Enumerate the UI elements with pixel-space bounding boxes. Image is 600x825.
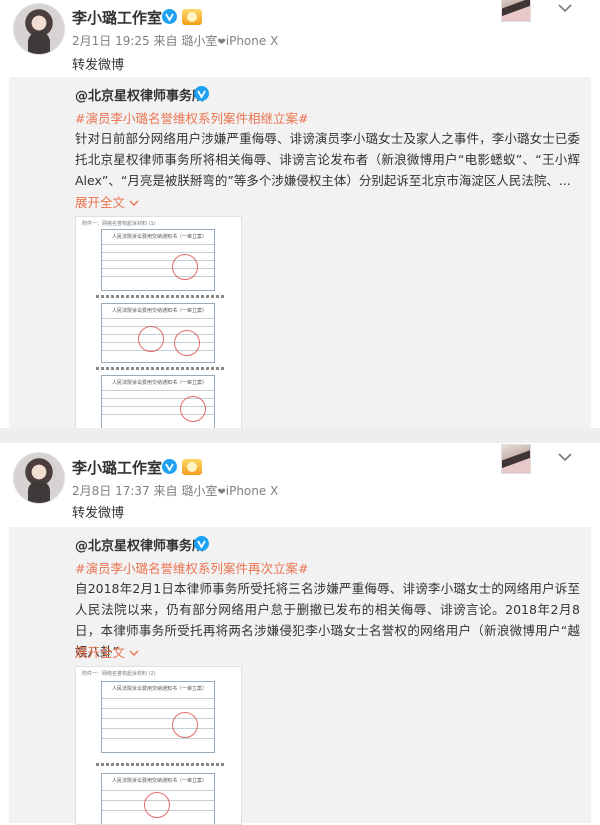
- attached-document-image[interactable]: 附件一：网络名誉权起诉材料 (2) 人民法院诉讼费用交纳通知书（一审立案） 人民…: [75, 666, 242, 825]
- original-body: 针对日前部分网络用户涉嫌严重侮辱、诽谤演员李小璐女士及家人之事件，李小璐女士已委…: [75, 131, 580, 188]
- viewer-avatar[interactable]: [501, 444, 531, 474]
- form-title: 人民法院诉讼费用交纳通知书（一审立案）: [112, 380, 208, 386]
- hashtag-link[interactable]: #演员李小璐名誉维权系列案件相继立案#: [75, 108, 308, 127]
- official-stamp: [174, 330, 200, 356]
- member-medal-icon[interactable]: [182, 459, 202, 475]
- official-stamp: [138, 326, 164, 352]
- heart-icon: ❤: [217, 37, 226, 48]
- official-stamp: [172, 712, 198, 738]
- repost-text: 转发微博: [72, 58, 125, 73]
- viewer-avatar[interactable]: [501, 0, 531, 22]
- verified-icon: [194, 536, 209, 551]
- expand-label[interactable]: 展开全文: [75, 195, 125, 210]
- attached-document-image[interactable]: 附件一：网络名誉权起诉材料 (1) 人民法院诉讼费用交纳通知书（一审立案） 人民…: [75, 216, 242, 430]
- official-stamp: [172, 254, 198, 280]
- court-form: 人民法院诉讼费用交纳通知书（一审立案）: [101, 681, 215, 753]
- weibo-post-2: 李小璐工作室 2月8日 17:37 来自 璐小室❤iPhone X 转发微博 @…: [0, 443, 600, 825]
- chevron-down-icon[interactable]: [558, 452, 572, 462]
- original-post[interactable]: @北京星权律师事务所 #演员李小璐名誉维权系列案件再次立案# 自2018年2月1…: [9, 527, 591, 825]
- original-body: 自2018年2月1日本律师事务所受托将三名涉嫌严重侮辱、诽谤李小璐女士的网络用户…: [75, 581, 580, 659]
- expand-full-text-link[interactable]: 展开全文: [75, 192, 139, 211]
- form-title: 人民法院诉讼费用交纳通知书（一审立案）: [112, 686, 208, 692]
- post-date[interactable]: 2月1日 19:25: [72, 34, 150, 48]
- author-avatar[interactable]: [13, 3, 65, 55]
- court-form: 人民法院诉讼费用交纳通知书（一审立案）: [101, 229, 215, 291]
- form-title: 人民法院诉讼费用交纳通知书（一审立案）: [112, 308, 208, 314]
- post-date[interactable]: 2月8日 17:37: [72, 484, 150, 498]
- repost-text: 转发微博: [72, 506, 125, 521]
- device-name[interactable]: iPhone X: [226, 34, 279, 48]
- document-header: 附件一：网络名誉权起诉材料 (1): [82, 221, 156, 227]
- heart-icon: ❤: [217, 487, 226, 498]
- official-stamp: [180, 396, 206, 422]
- original-post[interactable]: @北京星权律师事务所 #演员李小璐名誉维权系列案件相继立案# 针对日前部分网络用…: [9, 77, 591, 430]
- post-separator: [0, 428, 600, 443]
- post-meta: 2月1日 19:25 来自 璐小室❤iPhone X: [72, 32, 278, 49]
- source-name[interactable]: 璐小室: [181, 484, 217, 498]
- official-stamp: [144, 792, 170, 818]
- author-name[interactable]: 李小璐工作室: [72, 457, 162, 478]
- document-header: 附件一：网络名誉权起诉材料 (2): [82, 671, 156, 677]
- form-title: 人民法院诉讼费用交纳通知书（一审立案）: [112, 778, 208, 784]
- source-name[interactable]: 璐小室: [181, 34, 217, 48]
- weibo-post-1: 李小璐工作室 2月1日 19:25 来自 璐小室❤iPhone X 转发微博 @…: [0, 0, 600, 430]
- court-form: 人民法院诉讼费用交纳通知书（一审立案）: [101, 303, 215, 363]
- chevron-down-icon: [129, 650, 139, 656]
- verified-icon: [162, 459, 177, 474]
- original-author[interactable]: @北京星权律师事务所: [75, 535, 205, 554]
- source-prefix: 来自: [153, 34, 178, 48]
- author-name[interactable]: 李小璐工作室: [72, 7, 162, 28]
- verified-icon: [162, 9, 177, 24]
- verified-icon: [194, 86, 209, 101]
- hashtag-link[interactable]: #演员李小璐名誉维权系列案件再次立案#: [75, 558, 308, 577]
- original-author[interactable]: @北京星权律师事务所: [75, 85, 205, 104]
- member-medal-icon[interactable]: [182, 9, 202, 25]
- post-meta: 2月8日 17:37 来自 璐小室❤iPhone X: [72, 482, 278, 499]
- expand-full-text-link[interactable]: 展开全文: [75, 642, 139, 661]
- court-form: 人民法院诉讼费用交纳通知书（一审立案）: [101, 375, 215, 429]
- court-form: 人民法院诉讼费用交纳通知书（一审立案）: [101, 773, 215, 824]
- chevron-down-icon: [129, 200, 139, 206]
- chevron-down-icon[interactable]: [558, 3, 572, 13]
- source-prefix: 来自: [153, 484, 178, 498]
- author-avatar[interactable]: [13, 452, 65, 504]
- expand-label[interactable]: 展开全文: [75, 645, 125, 660]
- form-title: 人民法院诉讼费用交纳通知书（一审立案）: [112, 234, 208, 240]
- device-name[interactable]: iPhone X: [226, 484, 279, 498]
